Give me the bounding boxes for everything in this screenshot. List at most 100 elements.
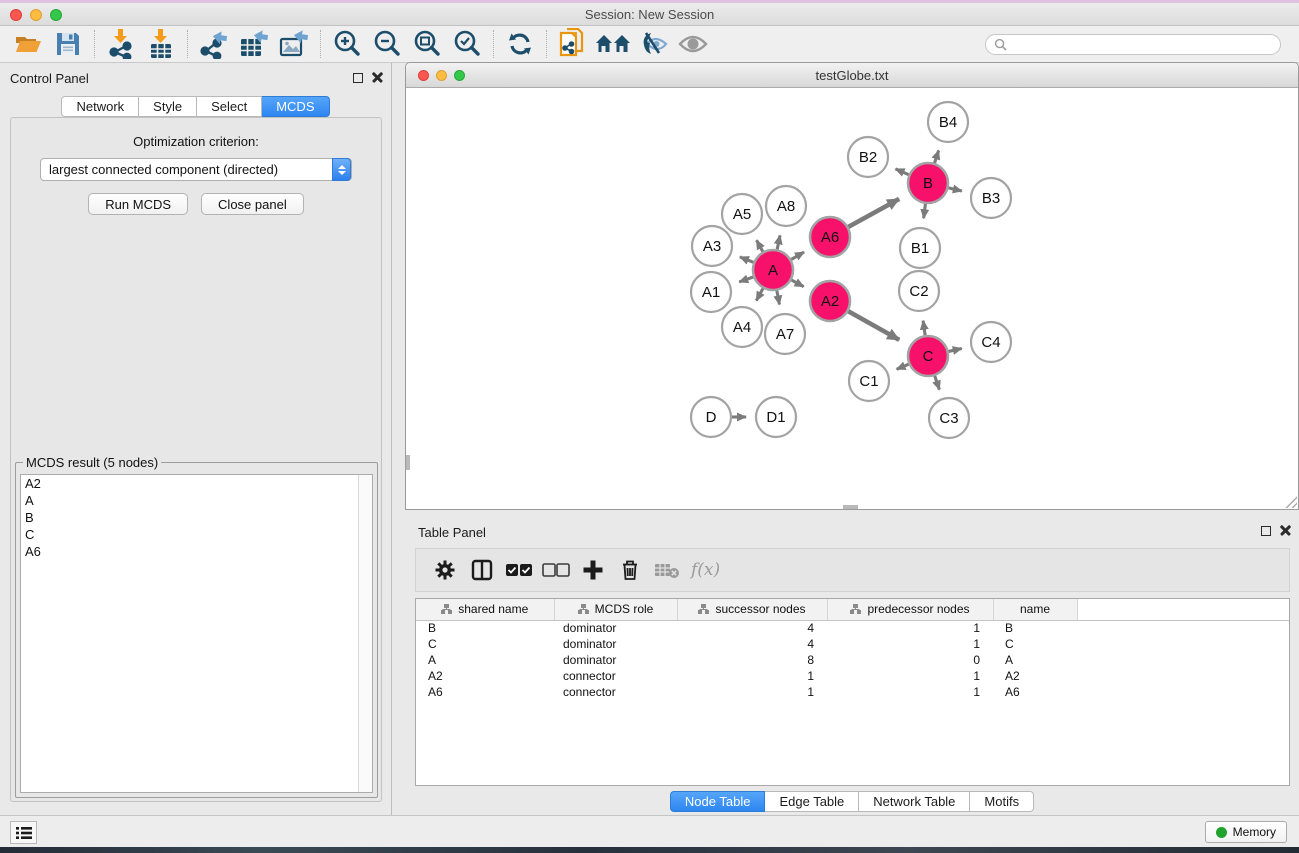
cell-name[interactable]: A6 xyxy=(993,684,1077,700)
zoom-fit-icon[interactable] xyxy=(407,28,447,60)
mcds-result-list[interactable]: A2ABCA6 xyxy=(20,474,373,793)
refresh-icon[interactable] xyxy=(500,28,540,60)
network-close-button[interactable] xyxy=(418,70,429,81)
edge-A2-C[interactable] xyxy=(848,311,899,340)
result-list-scrollbar[interactable] xyxy=(358,475,372,792)
cell-shared_name[interactable]: B xyxy=(416,620,554,636)
run-mcds-button[interactable]: Run MCDS xyxy=(88,193,188,215)
export-image-icon[interactable] xyxy=(274,28,314,60)
import-table-file-icon[interactable] xyxy=(141,28,181,60)
cell-predecessor[interactable]: 1 xyxy=(827,620,993,636)
edge-C-C1[interactable] xyxy=(897,364,909,369)
result-item[interactable]: A xyxy=(21,492,372,509)
cell-predecessor[interactable]: 1 xyxy=(827,668,993,684)
edge-A6-B[interactable] xyxy=(848,199,899,227)
minimize-window-button[interactable] xyxy=(30,9,42,21)
float-table-panel-icon[interactable] xyxy=(1261,526,1271,536)
table-row[interactable]: Adominator80A xyxy=(416,652,1289,668)
column-header-successor-nodes[interactable]: successor nodes xyxy=(677,599,827,620)
search-input[interactable] xyxy=(1012,37,1272,51)
network-window-titlebar[interactable]: testGlobe.txt xyxy=(406,63,1298,88)
result-item[interactable]: B xyxy=(21,509,372,526)
cell-mcds_role[interactable]: dominator xyxy=(554,652,677,668)
table-options-gear-icon[interactable] xyxy=(426,553,463,587)
optimization-criterion-dropdown[interactable]: largest connected component (directed) xyxy=(40,158,352,181)
tab-network-table[interactable]: Network Table xyxy=(859,791,970,812)
export-network-icon[interactable] xyxy=(194,28,234,60)
node-table[interactable]: shared nameMCDS rolesuccessor nodesprede… xyxy=(415,598,1290,786)
cell-mcds_role[interactable]: dominator xyxy=(554,620,677,636)
cell-shared_name[interactable]: C xyxy=(416,636,554,652)
cell-shared_name[interactable]: A xyxy=(416,652,554,668)
function-builder-fx-icon[interactable]: f(x) xyxy=(691,560,720,580)
table-row[interactable]: Cdominator41C xyxy=(416,636,1289,652)
column-header-name[interactable]: name xyxy=(993,599,1077,620)
search-box[interactable] xyxy=(985,34,1281,55)
tab-motifs[interactable]: Motifs xyxy=(970,791,1034,812)
edge-A-A1[interactable] xyxy=(739,277,753,282)
tab-select[interactable]: Select xyxy=(197,96,262,117)
close-panel-button[interactable]: Close panel xyxy=(201,193,304,215)
cell-name[interactable]: C xyxy=(993,636,1077,652)
zoom-out-icon[interactable] xyxy=(367,28,407,60)
cell-predecessor[interactable]: 1 xyxy=(827,684,993,700)
edge-A-A6[interactable] xyxy=(791,252,804,259)
open-session-icon[interactable] xyxy=(8,28,48,60)
cell-predecessor[interactable]: 0 xyxy=(827,652,993,668)
cell-name[interactable]: A xyxy=(993,652,1077,668)
tab-style[interactable]: Style xyxy=(139,96,197,117)
column-header-shared-name[interactable]: shared name xyxy=(416,599,554,620)
clone-network-icon[interactable] xyxy=(553,28,593,60)
show-graphics-icon[interactable] xyxy=(673,28,713,60)
cell-shared_name[interactable]: A6 xyxy=(416,684,554,700)
home-icon[interactable] xyxy=(593,28,633,60)
save-session-icon[interactable] xyxy=(48,28,88,60)
result-item[interactable]: A2 xyxy=(21,475,372,492)
edge-B-B3[interactable] xyxy=(948,188,961,191)
cell-mcds_role[interactable]: dominator xyxy=(554,636,677,652)
edge-B-B1[interactable] xyxy=(924,204,926,218)
memory-button[interactable]: Memory xyxy=(1205,821,1287,843)
edge-A-A7[interactable] xyxy=(777,291,780,305)
result-item[interactable]: A6 xyxy=(21,543,372,560)
network-canvas[interactable]: B4B2BB3A5A8A6B1A3AA1C2A2A4A7C4CC1C3DD1 xyxy=(406,88,1298,509)
delete-column-trash-icon[interactable] xyxy=(611,553,648,587)
import-network-file-icon[interactable] xyxy=(101,28,141,60)
delete-table-icon[interactable] xyxy=(648,553,685,587)
cell-shared_name[interactable]: A2 xyxy=(416,668,554,684)
zoom-window-button[interactable] xyxy=(50,9,62,21)
cell-mcds_role[interactable]: connector xyxy=(554,684,677,700)
export-table-icon[interactable] xyxy=(234,28,274,60)
tab-edge-table[interactable]: Edge Table xyxy=(765,791,859,812)
cell-name[interactable]: B xyxy=(993,620,1077,636)
table-row[interactable]: A6connector11A6 xyxy=(416,684,1289,700)
edge-A-A4[interactable] xyxy=(756,288,763,300)
task-history-button[interactable] xyxy=(10,821,37,844)
column-header-predecessor-nodes[interactable]: predecessor nodes xyxy=(827,599,993,620)
tab-mcds[interactable]: MCDS xyxy=(262,96,329,117)
canvas-hscroll-nub[interactable] xyxy=(843,505,858,509)
tab-network[interactable]: Network xyxy=(61,96,139,117)
table-row[interactable]: A2connector11A2 xyxy=(416,668,1289,684)
edge-A-A5[interactable] xyxy=(757,240,763,251)
table-row[interactable]: Bdominator41B xyxy=(416,620,1289,636)
close-table-panel-icon[interactable] xyxy=(1280,525,1291,536)
cell-predecessor[interactable]: 1 xyxy=(827,636,993,652)
canvas-vscroll-nub[interactable] xyxy=(406,455,410,470)
network-graph[interactable]: B4B2BB3A5A8A6B1A3AA1C2A2A4A7C4CC1C3DD1 xyxy=(406,88,1298,509)
cell-name[interactable]: A2 xyxy=(993,668,1077,684)
edge-C-C2[interactable] xyxy=(923,321,925,335)
cell-mcds_role[interactable]: connector xyxy=(554,668,677,684)
close-window-button[interactable] xyxy=(10,9,22,21)
cell-successor[interactable]: 4 xyxy=(677,620,827,636)
tab-node-table[interactable]: Node Table xyxy=(670,791,766,812)
zoom-selected-icon[interactable] xyxy=(447,28,487,60)
cell-successor[interactable]: 8 xyxy=(677,652,827,668)
hide-details-icon[interactable] xyxy=(633,28,673,60)
edge-C-C4[interactable] xyxy=(948,349,961,352)
show-column-icon[interactable] xyxy=(463,553,500,587)
network-zoom-button[interactable] xyxy=(454,70,465,81)
select-all-columns-icon[interactable] xyxy=(500,553,537,587)
add-column-icon[interactable] xyxy=(574,553,611,587)
edge-C-C3[interactable] xyxy=(935,376,940,390)
